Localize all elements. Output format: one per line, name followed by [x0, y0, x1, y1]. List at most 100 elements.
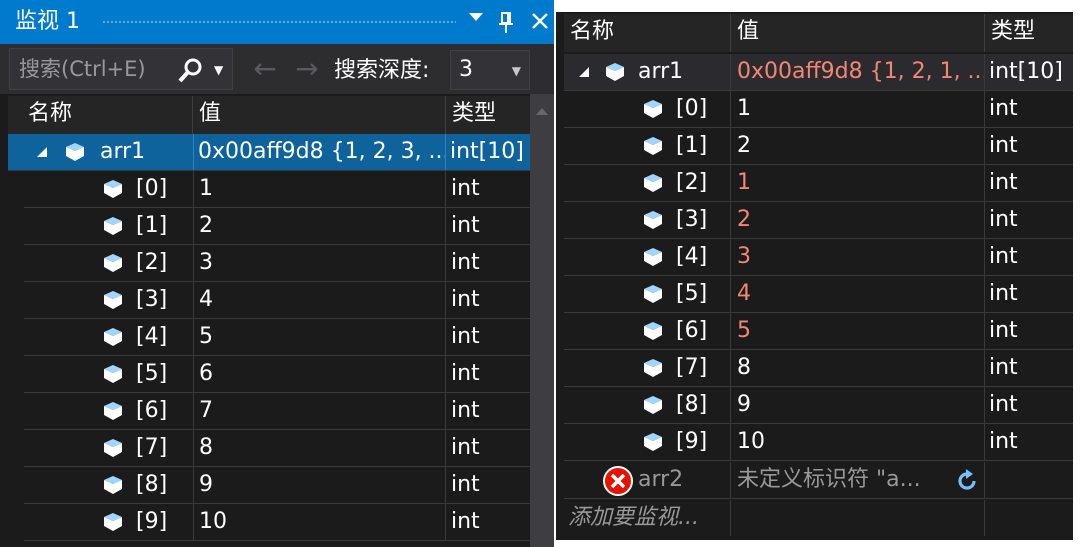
add-watch-row[interactable]: 添加要监视...: [564, 500, 1073, 537]
row-value[interactable]: 3: [193, 245, 446, 281]
table-row[interactable]: [8] 9 int: [24, 467, 530, 504]
row-value[interactable]: 0x00aff9d8 {1, 2, 1, ...: [731, 54, 985, 90]
row-value[interactable]: 5: [193, 319, 446, 355]
row-name: [2]: [676, 165, 731, 201]
row-type: int: [451, 176, 480, 201]
table-row[interactable]: [9] 10 int: [24, 504, 530, 541]
title-bar-grip[interactable]: [102, 20, 456, 24]
table-row[interactable]: [8] 9 int: [564, 387, 1073, 424]
row-name: arr1: [638, 54, 731, 90]
row-type: int: [451, 398, 480, 423]
row-value[interactable]: 0x00aff9d8 {1, 2, 3, ...: [193, 134, 446, 170]
table-row[interactable]: [6] 7 int: [24, 393, 530, 430]
table-row[interactable]: [9] 10 int: [564, 424, 1073, 461]
table-row[interactable]: [3] 4 int: [24, 282, 530, 319]
table-row[interactable]: [2] 3 int: [24, 245, 530, 282]
pin-button[interactable]: [492, 5, 520, 39]
search-input[interactable]: 搜索(Ctrl+E) ▼: [9, 48, 233, 90]
row-value[interactable]: 10: [193, 504, 446, 540]
cube-icon: [104, 180, 122, 198]
row-name: arr1: [100, 139, 146, 164]
vertical-scrollbar[interactable]: [530, 94, 554, 547]
window-dropdown-button[interactable]: [462, 5, 490, 39]
cube-icon: [644, 359, 662, 377]
expand-triangle-icon[interactable]: [578, 66, 590, 78]
row-value[interactable]: 8: [193, 430, 446, 466]
row-name: [5]: [676, 276, 731, 312]
table-row-error[interactable]: arr2 未定义标识符 "a...: [564, 462, 1073, 499]
refresh-button[interactable]: [954, 468, 980, 494]
table-row[interactable]: [7] 8 int: [24, 430, 530, 467]
row-value[interactable]: 4: [193, 282, 446, 318]
cube-icon: [644, 248, 662, 266]
row-value[interactable]: 10: [731, 424, 985, 460]
row-value[interactable]: 2: [731, 128, 985, 164]
row-type: int: [989, 281, 1018, 306]
table-row[interactable]: [6] 5 int: [564, 313, 1073, 350]
row-value[interactable]: 2: [193, 208, 446, 244]
table-row[interactable]: [7] 8 int: [564, 350, 1073, 387]
column-header-name[interactable]: 名称: [8, 96, 193, 134]
row-value[interactable]: 1: [193, 171, 446, 207]
table-row[interactable]: [0] 1 int: [24, 171, 530, 208]
search-forward-button[interactable]: →: [290, 54, 324, 88]
row-type: int: [451, 435, 480, 460]
row-name: [3]: [676, 202, 731, 238]
row-value[interactable]: 5: [731, 313, 985, 349]
search-options-dropdown[interactable]: ▼: [214, 56, 230, 84]
table-row[interactable]: [5] 4 int: [564, 276, 1073, 313]
refresh-icon: [958, 469, 976, 490]
row-value[interactable]: 9: [731, 387, 985, 423]
scroll-up-arrow-icon[interactable]: [536, 108, 548, 115]
row-type: int: [451, 287, 480, 312]
column-header-value[interactable]: 值: [731, 14, 985, 52]
cube-icon: [104, 291, 122, 309]
column-header-row: 名称 值 类型: [8, 96, 530, 134]
table-row[interactable]: arr1 0x00aff9d8 {1, 2, 1, ... int[10]: [564, 54, 1073, 91]
row-value[interactable]: 未定义标识符 "a...: [731, 462, 985, 498]
row-value[interactable]: 8: [731, 350, 985, 386]
cube-icon: [104, 217, 122, 235]
row-type: [985, 500, 1073, 536]
row-name: [3]: [136, 287, 168, 312]
table-row[interactable]: [5] 6 int: [24, 356, 530, 393]
cube-icon: [644, 211, 662, 229]
cube-icon: [66, 143, 84, 161]
row-type: int: [989, 355, 1018, 380]
add-watch-input[interactable]: 添加要监视...: [564, 500, 731, 536]
table-row[interactable]: [0] 1 int: [564, 91, 1073, 128]
row-value[interactable]: 1: [731, 165, 985, 201]
search-depth-select[interactable]: 3 ▼: [450, 50, 530, 90]
table-row[interactable]: [2] 1 int: [564, 165, 1073, 202]
row-type: int: [989, 96, 1018, 121]
row-type: int: [451, 361, 480, 386]
table-row[interactable]: arr1 0x00aff9d8 {1, 2, 3, ... int[10]: [8, 134, 530, 171]
row-value[interactable]: 7: [193, 393, 446, 429]
row-value[interactable]: 3: [731, 239, 985, 275]
column-header-type[interactable]: 类型: [985, 14, 1073, 52]
row-value[interactable]: 2: [731, 202, 985, 238]
row-type: int: [451, 324, 480, 349]
search-button[interactable]: [176, 56, 206, 84]
cube-icon: [104, 254, 122, 272]
row-value[interactable]: 1: [731, 91, 985, 127]
expand-triangle-icon[interactable]: [36, 146, 48, 158]
column-header-type[interactable]: 类型: [446, 96, 530, 134]
row-value[interactable]: 6: [193, 356, 446, 392]
column-header-name[interactable]: 名称: [564, 14, 731, 52]
close-button[interactable]: [526, 5, 554, 39]
error-icon: [603, 466, 633, 496]
search-back-button[interactable]: ←: [248, 54, 282, 88]
table-row[interactable]: [4] 5 int: [24, 319, 530, 356]
row-value[interactable]: 4: [731, 276, 985, 312]
table-row[interactable]: [1] 2 int: [24, 208, 530, 245]
table-row[interactable]: [4] 3 int: [564, 239, 1073, 276]
table-row[interactable]: [3] 2 int: [564, 202, 1073, 239]
column-header-value[interactable]: 值: [193, 96, 446, 134]
row-name: [7]: [676, 350, 731, 386]
table-row[interactable]: [1] 2 int: [564, 128, 1073, 165]
search-icon: [178, 58, 202, 83]
row-type: int: [989, 429, 1018, 454]
row-value: [731, 500, 985, 536]
row-value[interactable]: 9: [193, 467, 446, 503]
